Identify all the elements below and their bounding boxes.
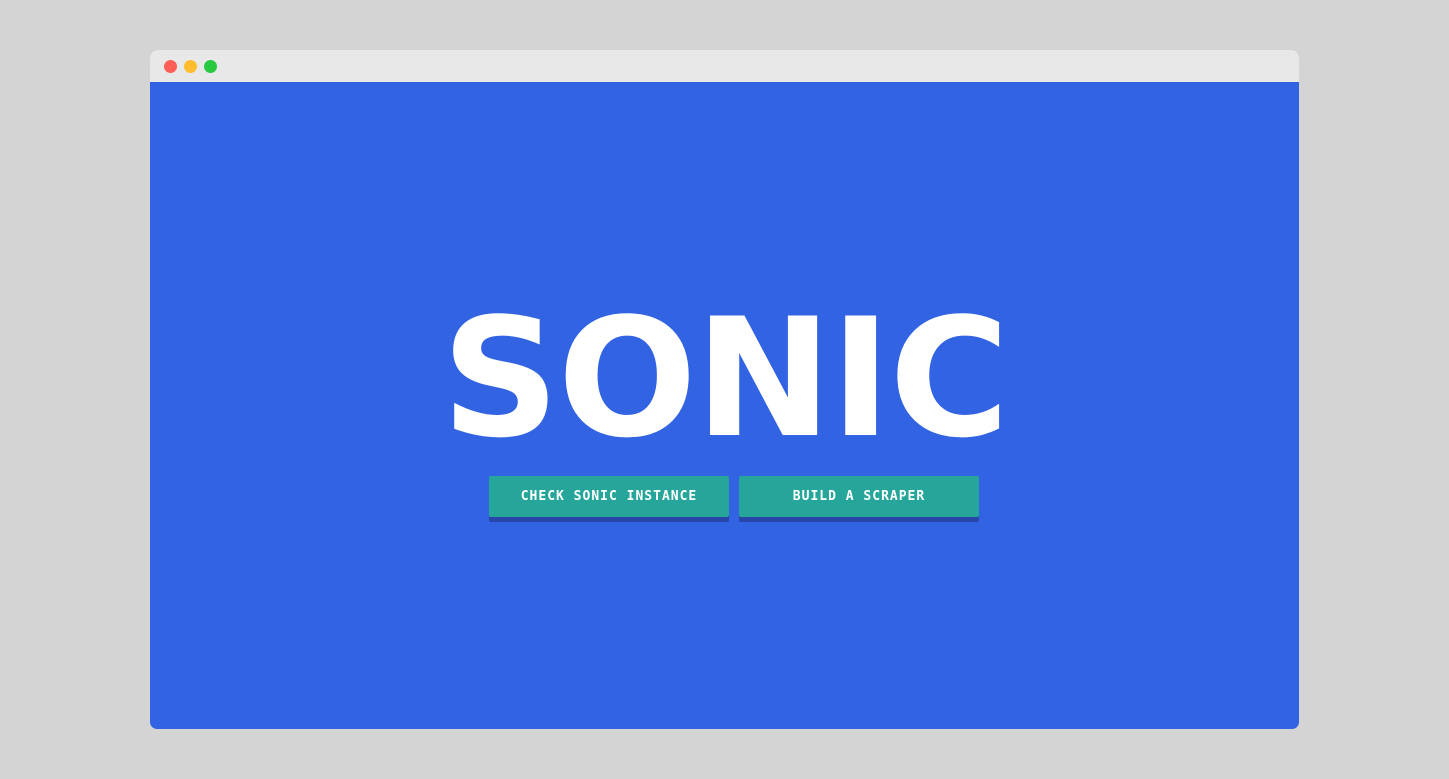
maximize-window-icon[interactable] <box>204 60 217 73</box>
window-titlebar <box>150 50 1299 82</box>
close-window-icon[interactable] <box>164 60 177 73</box>
sonic-title: SONIC <box>441 283 1009 474</box>
page-content: SONIC CHECK SONIC INSTANCE BUILD A SCRAP… <box>150 82 1299 729</box>
minimize-window-icon[interactable] <box>184 60 197 73</box>
browser-window: SONIC CHECK SONIC INSTANCE BUILD A SCRAP… <box>150 50 1299 729</box>
build-a-scraper-button[interactable]: BUILD A SCRAPER <box>739 476 979 517</box>
check-sonic-instance-button[interactable]: CHECK SONIC INSTANCE <box>489 476 729 517</box>
